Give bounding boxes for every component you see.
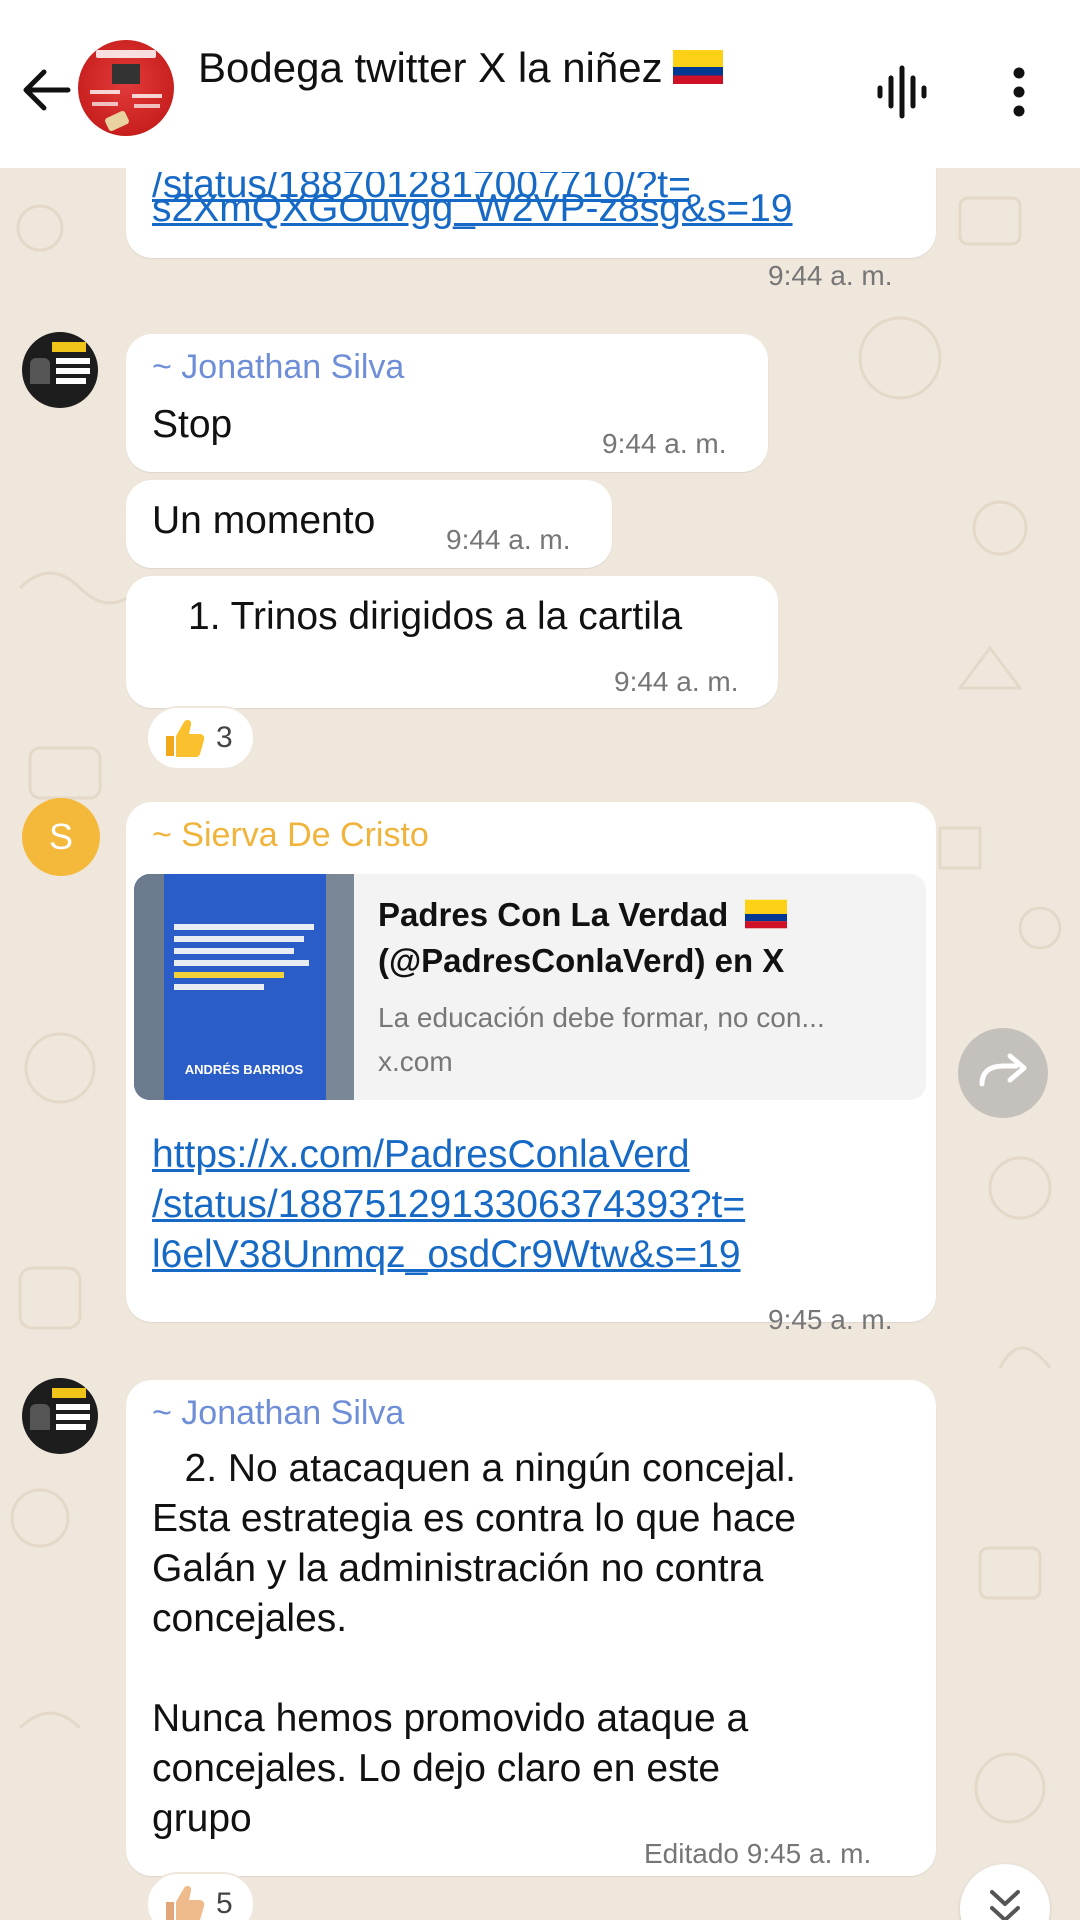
chat-title[interactable]: Bodega twitter X la niñez bbox=[198, 44, 723, 92]
thumbs-up-icon bbox=[166, 1885, 205, 1920]
message-text-line: 2. No atacaquen a ningún concejal. bbox=[152, 1447, 796, 1490]
sender-avatar[interactable]: S bbox=[22, 798, 100, 876]
chat-header: Bodega twitter X la niñez bbox=[0, 0, 1080, 168]
group-avatar[interactable] bbox=[78, 40, 174, 136]
link-preview-domain: x.com bbox=[378, 1046, 453, 1077]
scroll-to-bottom-button[interactable] bbox=[960, 1864, 1050, 1920]
message-time: Editado 9:45 a. m. bbox=[644, 1838, 872, 1869]
message-text-line: grupo bbox=[152, 1797, 252, 1840]
reaction-count: 3 bbox=[216, 721, 233, 754]
sender-name[interactable]: ~ Jonathan Silva bbox=[152, 1394, 404, 1433]
reaction-count: 5 bbox=[216, 1887, 233, 1920]
message-text: Stop bbox=[152, 403, 233, 446]
message-reaction[interactable]: 3 bbox=[146, 706, 255, 770]
chat-area[interactable]: /status/1887012817007710/?t= s2XmQXGOuvg… bbox=[0, 168, 1080, 1920]
message-text-line: Nunca hemos promovido ataque a bbox=[152, 1697, 749, 1740]
sender-avatar[interactable] bbox=[22, 1378, 98, 1454]
preview-thumb-caption: ANDRÉS BARRIOS bbox=[185, 1062, 304, 1077]
link-preview-title: Padres Con La Verdad bbox=[378, 896, 788, 934]
message-text-line: Galán y la administración no contra bbox=[152, 1547, 764, 1590]
double-chevron-down-icon bbox=[990, 1890, 1020, 1920]
message-text-line: concejales. Lo dejo claro en este bbox=[152, 1747, 721, 1790]
sender-name[interactable]: ~ Jonathan Silva bbox=[152, 348, 404, 387]
link-preview-thumbnail: ANDRÉS BARRIOS bbox=[134, 874, 354, 1100]
link-preview-title-line2: (@PadresConlaVerd) en X bbox=[378, 942, 785, 979]
back-arrow-icon[interactable] bbox=[18, 62, 74, 118]
link-preview-title-line1: Padres Con La Verdad bbox=[378, 896, 729, 933]
sender-name[interactable]: ~ Sierva De Cristo bbox=[152, 816, 429, 855]
message-text: Un momento bbox=[152, 499, 376, 542]
message-text-line: Esta estrategia es contra lo que hace bbox=[152, 1497, 796, 1540]
message-reaction[interactable]: 5 bbox=[146, 1872, 255, 1920]
message-time: 9:45 a. m. bbox=[768, 1304, 893, 1335]
message-text: 1. Trinos dirigidos a la cartila bbox=[188, 595, 683, 638]
voice-chat-icon[interactable] bbox=[872, 64, 932, 120]
colombia-flag-icon bbox=[745, 899, 788, 929]
more-options-icon[interactable] bbox=[1004, 66, 1034, 118]
thumbs-up-icon bbox=[166, 719, 205, 757]
sender-avatar[interactable] bbox=[22, 332, 98, 408]
message-link[interactable]: l6elV38Unmqz_osdCr9Wtw&s=19 bbox=[152, 1230, 741, 1280]
link-preview-description: La educación debe formar, no con... bbox=[378, 1002, 825, 1033]
colombia-flag-icon bbox=[672, 50, 723, 84]
message-link[interactable]: https://x.com/PadresConlaVerd bbox=[152, 1130, 690, 1180]
message-time: 9:44 a. m. bbox=[602, 428, 727, 459]
message-time: 9:44 a. m. bbox=[614, 666, 739, 697]
message-text-line: concejales. bbox=[152, 1597, 348, 1640]
forward-button[interactable] bbox=[958, 1028, 1048, 1118]
message-time: 9:44 a. m. bbox=[446, 524, 571, 555]
link-preview-card[interactable]: ANDRÉS BARRIOS Padres Con La Verdad (@Pa… bbox=[134, 874, 926, 1100]
message-link[interactable]: /status/1887512913306374393?t= bbox=[152, 1180, 745, 1230]
forward-icon bbox=[979, 1053, 1027, 1087]
chat-title-text: Bodega twitter X la niñez bbox=[198, 44, 663, 91]
message-time: 9:44 a. m. bbox=[768, 260, 893, 291]
message-link[interactable]: s2XmQXGOuvgg_W2VP-z8sg&s=19 bbox=[152, 184, 793, 234]
